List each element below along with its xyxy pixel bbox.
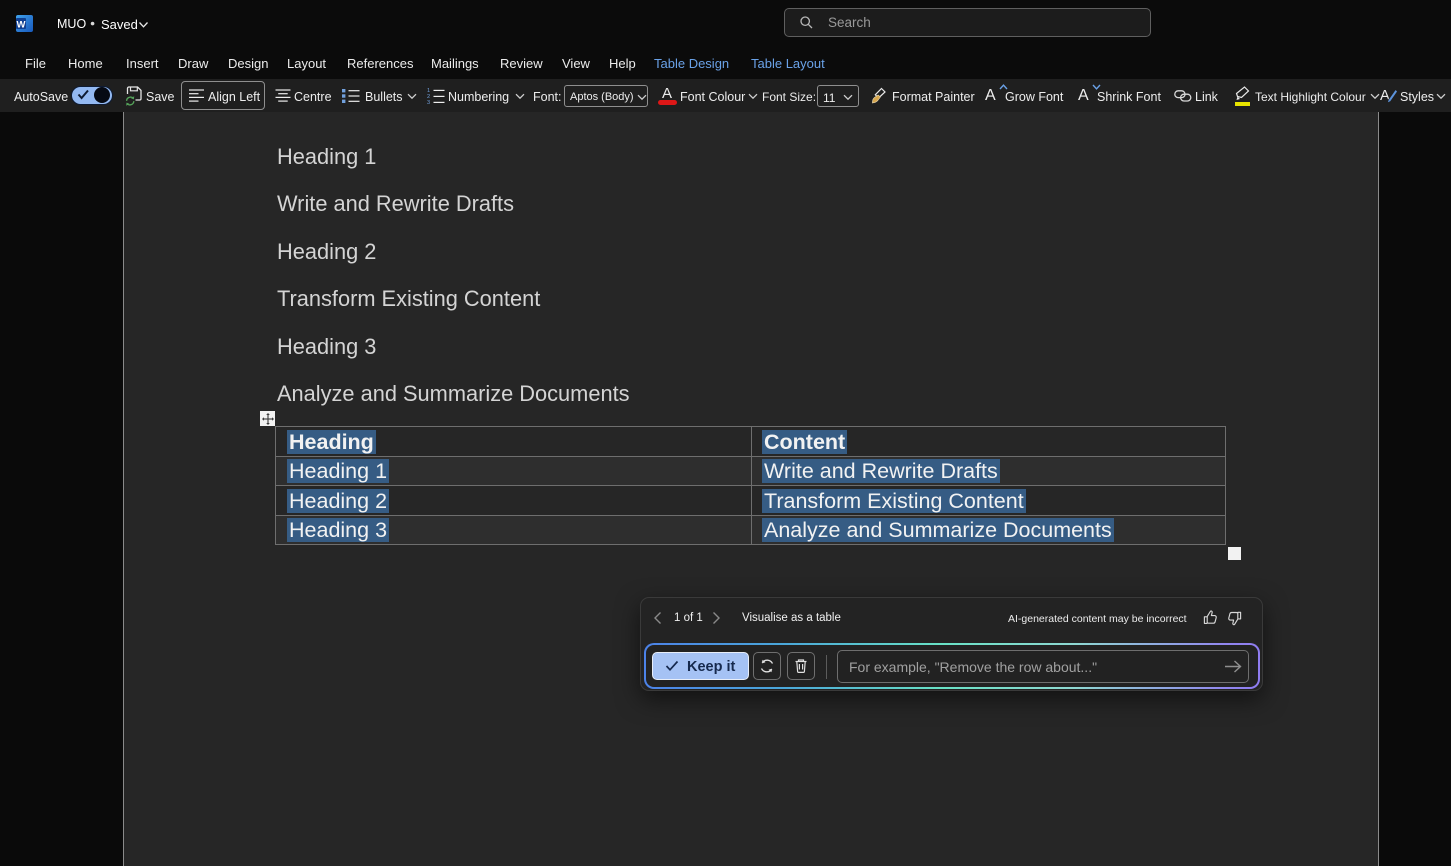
svg-text:W: W [17,19,26,30]
svg-text:3: 3 [427,100,430,105]
